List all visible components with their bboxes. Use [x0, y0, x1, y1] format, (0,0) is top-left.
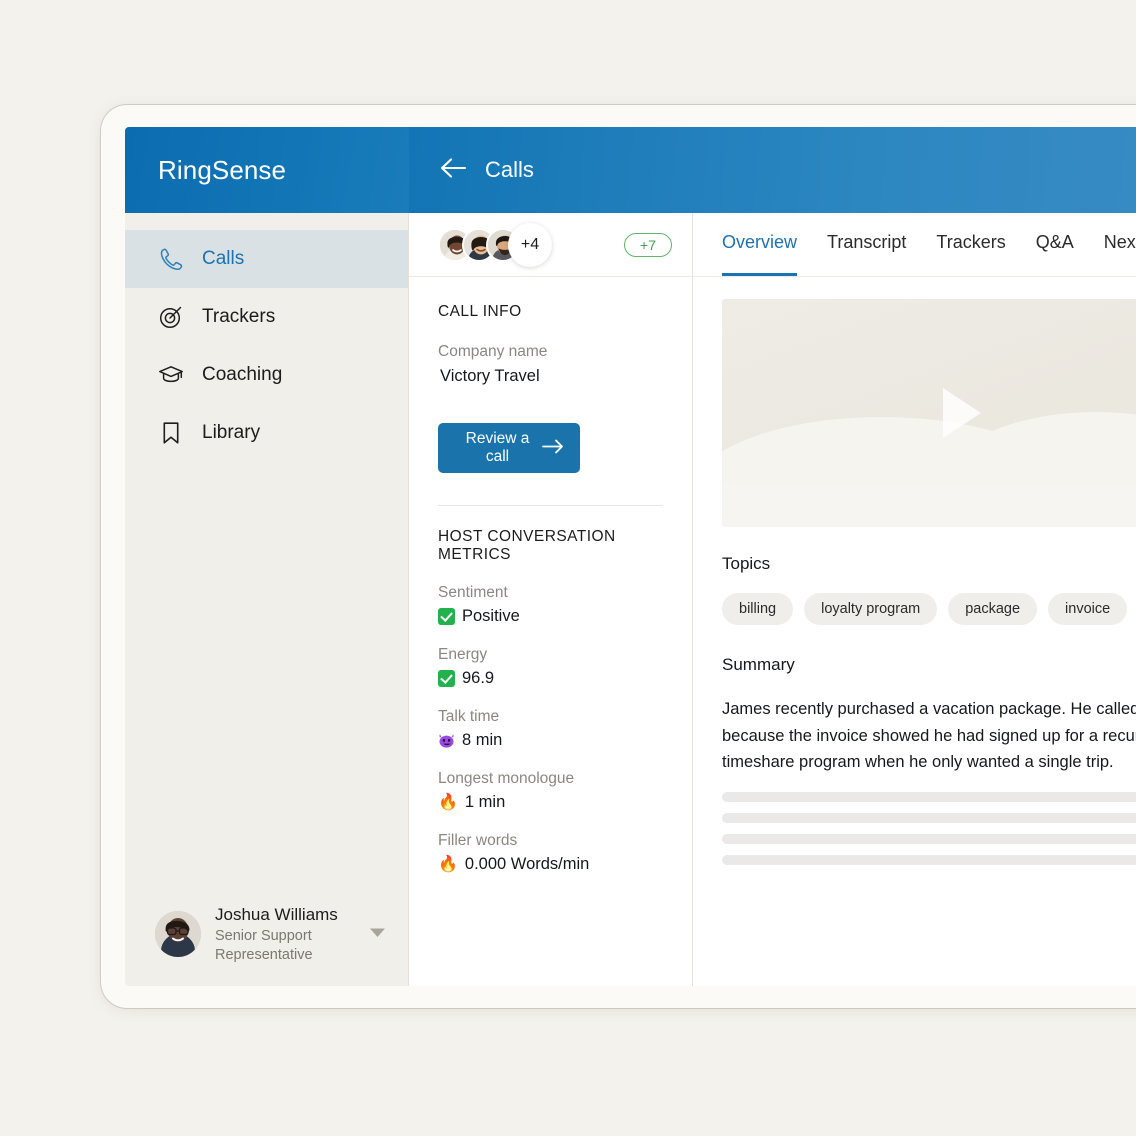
sidebar-item-label: Trackers — [202, 306, 275, 328]
host-metrics-title: HOST CONVERSATION METRICS — [438, 528, 663, 564]
topic-chip[interactable]: package — [948, 593, 1037, 625]
topics-block: Topics billing loyalty program package i… — [722, 554, 1136, 625]
top-bar: RingSense Calls — [125, 127, 1136, 213]
topics-heading: Topics — [722, 554, 1136, 574]
metric-talk-time: Talk time 8 mi — [438, 708, 663, 750]
metric-label: Sentiment — [438, 584, 663, 602]
chevron-down-icon[interactable] — [369, 925, 386, 943]
arrow-right-icon — [542, 439, 564, 457]
content-scroll: Topics billing loyalty program package i… — [693, 277, 1136, 986]
summary-heading: Summary — [722, 655, 1136, 675]
sidebar-item-library[interactable]: Library — [125, 404, 408, 462]
company-name-value: Victory Travel — [438, 367, 663, 386]
metric-energy: Energy 96.9 — [438, 646, 663, 688]
metric-value-row: Positive — [438, 607, 663, 626]
metric-value: Positive — [462, 607, 520, 626]
sidebar-item-trackers[interactable]: Trackers — [125, 288, 408, 346]
tab-overview[interactable]: Overview — [722, 213, 797, 276]
fire-icon: 🔥 — [438, 857, 458, 873]
metric-value-row: 🔥 1 min — [438, 793, 663, 812]
company-name-label: Company name — [438, 343, 663, 361]
tab-bar: Overview Transcript Trackers Q&A Next st… — [693, 213, 1136, 277]
metric-label: Longest monologue — [438, 770, 663, 788]
page-title: Calls — [485, 157, 534, 183]
call-info-panel: +4 +7 CALL INFO Company name Victory Tra… — [409, 213, 693, 986]
app-window: RingSense Calls — [125, 127, 1136, 986]
skeleton-line — [722, 855, 1136, 865]
graduation-cap-icon — [158, 362, 184, 388]
user-text: Joshua Williams Senior Support Represent… — [215, 904, 355, 965]
video-decor-base — [722, 485, 1136, 527]
page-header-bar: Calls — [409, 127, 1136, 213]
user-role: Senior Support Representative — [215, 927, 335, 965]
bookmark-icon — [158, 420, 184, 446]
phone-icon — [158, 246, 184, 272]
avatar-stack[interactable]: +4 — [438, 223, 552, 267]
status-badge[interactable]: +7 — [624, 233, 672, 257]
skeleton-line — [722, 834, 1136, 844]
topic-chip-list: billing loyalty program package invoice … — [722, 593, 1136, 625]
metric-label: Energy — [438, 646, 663, 664]
user-profile-card[interactable]: Joshua Williams Senior Support Represent… — [125, 882, 408, 986]
metric-sentiment: Sentiment Positive — [438, 584, 663, 626]
metric-value-row: 8 min — [438, 731, 663, 750]
metric-label: Talk time — [438, 708, 663, 726]
sidebar-nav: Calls Trackers — [125, 213, 408, 462]
metric-value: 1 min — [465, 793, 505, 812]
review-call-label: Review a call — [453, 430, 542, 466]
sidebar-item-label: Calls — [202, 248, 244, 270]
sidebar-item-label: Library — [202, 422, 260, 444]
call-info-title: CALL INFO — [438, 303, 663, 321]
white-check-mark-icon — [438, 670, 455, 687]
tab-trackers[interactable]: Trackers — [936, 213, 1005, 276]
metric-longest-monologue: Longest monologue 🔥 1 min — [438, 770, 663, 812]
tab-qa[interactable]: Q&A — [1036, 213, 1074, 276]
skeleton-placeholder — [722, 792, 1136, 865]
metric-filler-words: Filler words 🔥 0.000 Words/min — [438, 832, 663, 874]
avatar-overflow-count[interactable]: +4 — [508, 223, 552, 267]
user-name: Joshua Williams — [215, 904, 355, 925]
app-body: Calls Trackers — [125, 213, 1136, 986]
target-icon — [158, 304, 184, 330]
sidebar-item-coaching[interactable]: Coaching — [125, 346, 408, 404]
metric-value: 0.000 Words/min — [465, 855, 589, 874]
video-player[interactable] — [722, 299, 1136, 527]
sidebar-item-calls[interactable]: Calls — [125, 230, 408, 288]
play-icon[interactable] — [943, 388, 981, 438]
review-call-button[interactable]: Review a call — [438, 423, 580, 473]
sidebar: Calls Trackers — [125, 213, 409, 986]
topic-chip[interactable]: loyalty program — [804, 593, 937, 625]
participants-row: +4 +7 — [409, 213, 692, 277]
device-frame: RingSense Calls — [101, 105, 1136, 1008]
metric-value: 8 min — [462, 731, 502, 750]
tab-next-steps[interactable]: Next steps — [1104, 213, 1136, 276]
skeleton-line — [722, 792, 1136, 802]
summary-block: Summary James recently purchased a vacat… — [722, 655, 1136, 865]
summary-text: James recently purchased a vacation pack… — [722, 696, 1136, 776]
content-area: Overview Transcript Trackers Q&A Next st… — [693, 213, 1136, 986]
white-check-mark-icon — [438, 608, 455, 625]
sidebar-spacer — [125, 462, 408, 882]
metric-value: 96.9 — [462, 669, 494, 688]
metric-value-row: 96.9 — [438, 669, 663, 688]
skeleton-line — [722, 813, 1136, 823]
topic-chip[interactable]: invoice — [1048, 593, 1127, 625]
topic-chip[interactable]: billing — [722, 593, 793, 625]
arrow-left-icon[interactable] — [439, 157, 467, 184]
host-metrics-section: HOST CONVERSATION METRICS Sentiment Posi… — [409, 506, 692, 874]
avatar — [155, 911, 201, 957]
fire-icon: 🔥 — [438, 795, 458, 811]
smiling-imp-icon — [438, 733, 455, 748]
sidebar-item-label: Coaching — [202, 364, 282, 386]
call-info-section: CALL INFO Company name Victory Travel Re… — [409, 277, 692, 506]
tab-transcript[interactable]: Transcript — [827, 213, 906, 276]
metric-value-row: 🔥 0.000 Words/min — [438, 855, 663, 874]
metric-label: Filler words — [438, 832, 663, 850]
brand-title: RingSense — [158, 155, 286, 186]
brand-bar: RingSense — [125, 127, 409, 213]
